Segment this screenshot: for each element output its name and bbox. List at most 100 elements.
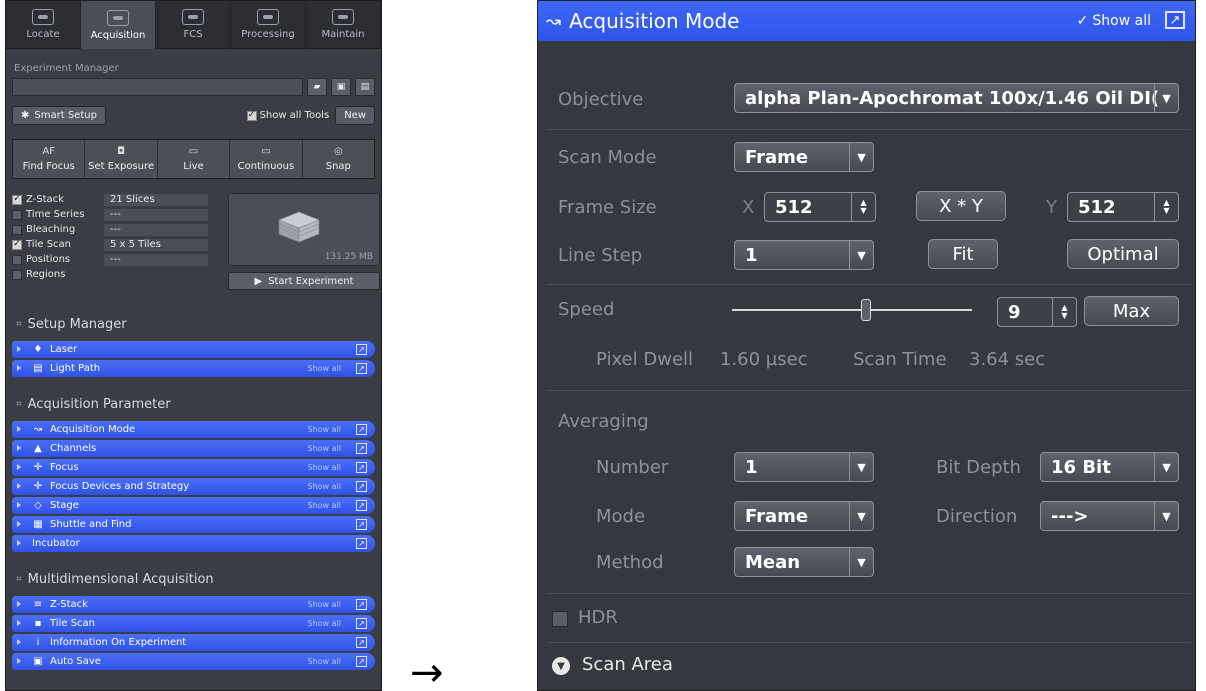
undock-icon[interactable]: ↗ [356, 481, 367, 492]
speed-slider-handle[interactable] [861, 299, 872, 321]
undock-icon[interactable]: ↗ [356, 363, 367, 374]
show-all-toggle[interactable]: Show all [308, 657, 341, 666]
undock-icon[interactable]: ↗ [356, 538, 367, 549]
speed-spinbox[interactable]: 9 ▲ ▼ [997, 297, 1077, 327]
x-times-y-button[interactable]: X * Y [916, 191, 1006, 221]
undock-icon[interactable]: ↗ [356, 637, 367, 648]
acquisition-mode-header[interactable]: ↝ Acquisition Mode ✓ Show all ↗ [538, 1, 1195, 41]
tool-bar-auto-save[interactable]: ▣ Auto Save Show all ↗ [12, 653, 375, 670]
tool-bar-label: Incubator [32, 538, 80, 549]
experiment-name-input[interactable] [12, 78, 303, 96]
show-all-toggle[interactable]: Show all [308, 600, 341, 609]
tool-bar-z-stack[interactable]: ≡ Z-Stack Show all ↗ [12, 596, 375, 613]
snap-button[interactable]: ◎ Snap [303, 140, 374, 178]
averaging-number-dropdown[interactable]: 1 ▼ [734, 452, 874, 482]
show-all-toggle[interactable]: Show all [308, 619, 341, 628]
tool-bar-information-on-experiment[interactable]: i Information On Experiment ↗ [12, 634, 375, 651]
tab-acquisition[interactable]: Acquisition [81, 1, 156, 49]
tab-maintain[interactable]: Maintain [306, 1, 381, 49]
smart-setup-button[interactable]: ✱ Smart Setup [12, 106, 106, 125]
section-grip-icon: ⌗ [16, 319, 22, 330]
optimal-button[interactable]: Optimal [1067, 239, 1179, 269]
tool-bar-focus-devices-and-strategy[interactable]: ✛ Focus Devices and Strategy Show all ↗ [12, 478, 375, 495]
bit-depth-dropdown[interactable]: 16 Bit ▼ [1040, 452, 1179, 482]
line-step-value: 1 [745, 244, 758, 266]
undock-icon[interactable]: ↗ [356, 344, 367, 355]
find-focus-button[interactable]: AF Find Focus [13, 140, 86, 178]
dim-time-series[interactable]: Time Series --- [12, 208, 212, 221]
tab-locate[interactable]: Locate [6, 1, 81, 49]
undock-icon[interactable]: ↗ [356, 656, 367, 667]
undock-icon[interactable]: ↗ [356, 443, 367, 454]
line-step-dropdown[interactable]: 1 ▼ [734, 240, 874, 270]
checkbox-unchecked-icon [12, 209, 22, 220]
show-all-toggle[interactable]: Show all [308, 463, 341, 472]
scan-mode-value: Frame [745, 146, 809, 168]
frame-size-x-spinbox[interactable]: 512 ▲ ▼ [764, 192, 876, 222]
dim-value: 21 Slices [104, 193, 208, 206]
processing-icon [257, 9, 279, 25]
scan-area-label[interactable]: Scan Area [582, 654, 673, 675]
tool-bar-acquisition-mode[interactable]: ↝ Acquisition Mode Show all ↗ [12, 421, 375, 438]
dim-regions[interactable]: Regions [12, 268, 212, 281]
undock-icon[interactable]: ↗ [356, 519, 367, 530]
show-all-toggle[interactable]: Show all [308, 482, 341, 491]
averaging-mode-dropdown[interactable]: Frame ▼ [734, 501, 874, 531]
tool-bar-shuttle-and-find[interactable]: ▦ Shuttle and Find ↗ [12, 516, 375, 533]
show-all-toggle[interactable]: Show all [308, 444, 341, 453]
tool-bar-laser[interactable]: ♦ Laser ↗ [12, 341, 375, 358]
tool-bar-focus[interactable]: ✛ Focus Show all ↗ [12, 459, 375, 476]
show-all-toggle[interactable]: Show all [308, 425, 341, 434]
chevron-down-icon: ▼ [1154, 84, 1178, 112]
objective-dropdown[interactable]: alpha Plan-Apochromat 100x/1.46 Oil DI(▼ [734, 83, 1179, 113]
direction-dropdown[interactable]: ---> ▼ [1040, 501, 1179, 531]
hdr-checkbox[interactable] [552, 611, 568, 627]
max-speed-button[interactable]: Max [1084, 296, 1179, 326]
set-exposure-button[interactable]: ◘ Set Exposure [85, 140, 158, 178]
undock-icon[interactable]: ↗ [356, 618, 367, 629]
tab-processing[interactable]: Processing [231, 1, 306, 49]
expand-triangle-icon [17, 346, 21, 352]
undock-icon[interactable]: ↗ [356, 424, 367, 435]
speed-slider-track[interactable] [732, 309, 972, 311]
frame-size-y-spinbox[interactable]: 512 ▲ ▼ [1067, 192, 1179, 222]
tab-fcs[interactable]: FCS [156, 1, 231, 49]
laser-icon: ♦ [33, 344, 43, 355]
dim-z-stack[interactable]: ✓ Z-Stack 21 Slices [12, 193, 212, 206]
tool-bar-incubator[interactable]: Incubator ↗ [12, 535, 375, 552]
dim-positions[interactable]: Positions --- [12, 253, 212, 266]
tool-bar-stage[interactable]: ◇ Stage Show all ↗ [12, 497, 375, 514]
tool-bar-tile-scan[interactable]: ▪ Tile Scan Show all ↗ [12, 615, 375, 632]
expand-chevron-icon[interactable]: ▼ [552, 657, 570, 675]
tool-bar-channels[interactable]: ▲ Channels Show all ↗ [12, 440, 375, 457]
frame-size-label: Frame Size [558, 197, 657, 218]
fit-button[interactable]: Fit [928, 239, 998, 269]
continuous-button[interactable]: ▭ Continuous [230, 140, 303, 178]
undock-icon[interactable]: ↗ [356, 500, 367, 511]
undock-icon[interactable]: ↗ [356, 462, 367, 473]
method-value: Mean [745, 551, 801, 573]
show-all-toggle[interactable]: Show all [308, 501, 341, 510]
undock-icon[interactable]: ↗ [1165, 11, 1185, 29]
screenshot-root: Locate Acquisition FCS Processing Mainta… [0, 0, 1206, 691]
show-all-tools-checkbox[interactable]: ✓ Show all Tools [246, 110, 329, 121]
save-icon[interactable]: ▣ [331, 78, 351, 96]
new-button[interactable]: New [335, 106, 375, 125]
show-all-toggle[interactable]: ✓ Show all [1077, 13, 1151, 29]
open-folder-icon[interactable]: ▰ [307, 78, 327, 96]
tool-bar-label: Z-Stack [50, 599, 88, 610]
dim-tile-scan[interactable]: ✓ Tile Scan 5 x 5 Tiles [12, 238, 212, 251]
undock-icon[interactable]: ↗ [356, 599, 367, 610]
tab-label: Locate [26, 29, 60, 40]
live-button[interactable]: ▭ Live [158, 140, 231, 178]
tool-bar-light-path[interactable]: ▤ Light Path Show all ↗ [12, 360, 375, 377]
pixel-dwell-value: 1.60 µsec [720, 349, 808, 370]
averaging-method-dropdown[interactable]: Mean ▼ [734, 547, 874, 577]
scan-mode-dropdown[interactable]: Frame ▼ [734, 142, 874, 172]
dim-bleaching[interactable]: Bleaching --- [12, 223, 212, 236]
play-icon: ▶ [254, 275, 263, 287]
delete-icon[interactable]: ▤ [355, 78, 375, 96]
shuttle-icon: ▦ [33, 519, 43, 530]
start-experiment-button[interactable]: ▶ Start Experiment [228, 272, 380, 290]
show-all-toggle[interactable]: Show all [308, 364, 341, 373]
